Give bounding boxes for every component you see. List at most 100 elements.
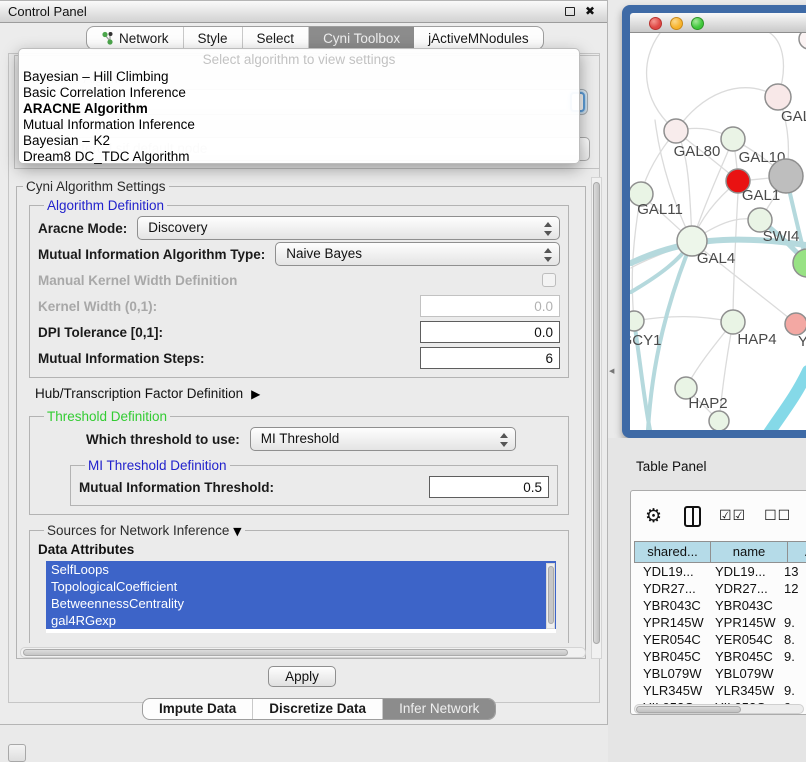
column-header-partial[interactable]: A (788, 541, 806, 563)
table-row[interactable]: YLR345WYLR345W9. (634, 682, 806, 699)
close-icon[interactable]: ✖ (585, 4, 595, 18)
table-row[interactable]: YDL19...YDL19...13 (634, 563, 806, 580)
network-node[interactable] (765, 84, 791, 110)
gear-icon[interactable]: ⚙ (645, 505, 662, 527)
columns-icon[interactable] (684, 506, 701, 527)
aracne-mode-select[interactable]: Discovery (137, 216, 560, 240)
sources-group: Sources for Network Inference ▼ Data Att… (29, 523, 569, 643)
control-panel-titlebar: Control Panel (0, 1, 607, 23)
algorithm-option[interactable]: ARACNE Algorithm (19, 101, 579, 117)
zoom-traffic-light-icon[interactable] (691, 17, 704, 30)
data-attribute-item[interactable]: BetweennessCentrality (46, 595, 556, 612)
combo-stepper-icon (544, 247, 553, 263)
select-all-icon[interactable]: ☑☑ (719, 508, 746, 524)
combo-stepper-icon (500, 432, 509, 448)
dropdown-placeholder: Select algorithm to view settings (19, 51, 579, 69)
table-row[interactable]: YER054CYER054C8. (634, 631, 806, 648)
node-label: SWI4 (763, 228, 800, 245)
apply-button[interactable]: Apply (268, 666, 336, 687)
tab-infer-network[interactable]: Infer Network (383, 699, 495, 719)
kernel-width-input[interactable] (420, 295, 560, 317)
table-cell: 8. (778, 631, 806, 648)
table-cell: YLR345W (706, 682, 778, 699)
settings-horizontal-scrollbar[interactable] (20, 647, 586, 658)
network-canvas[interactable]: GALGAL80GAL10GAL1GAL11SWI4GAL4HAP4YGCY1H… (630, 33, 806, 430)
combo-value: Discovery (148, 220, 207, 235)
data-attribute-item[interactable]: SelfLoops (46, 561, 556, 578)
hub-definition-toggle[interactable]: Hub/Transcription Factor Definition ▶ (35, 386, 585, 401)
tab-label: Cyni Toolbox (323, 31, 400, 46)
kernel-width-label: Kernel Width (0,1): (38, 299, 157, 314)
table-cell: YBR045C (706, 648, 778, 665)
algorithm-option[interactable]: Mutual Information Inference (19, 117, 579, 133)
dpi-tolerance-label: DPI Tolerance [0,1]: (38, 325, 163, 340)
data-attribute-item[interactable]: TopologicalCoefficient (46, 578, 556, 595)
algorithm-option[interactable]: Basic Correlation Inference (19, 85, 579, 101)
tab-style[interactable]: Style (184, 27, 243, 49)
tab-discretize-data[interactable]: Discretize Data (253, 699, 383, 719)
table-cell: YER054C (706, 631, 778, 648)
mi-type-label: Mutual Information Algorithm Type: (38, 247, 265, 262)
tab-cyni-toolbox[interactable]: Cyni Toolbox (309, 27, 414, 49)
bottom-left-button[interactable] (8, 744, 26, 762)
tab-label: Select (257, 31, 295, 46)
network-node[interactable] (664, 119, 688, 143)
mi-algorithm-type-select[interactable]: Naive Bayes (275, 242, 560, 266)
algorithm-option[interactable]: Dream8 DC_TDC Algorithm (19, 149, 579, 165)
table-cell: YDR27... (706, 580, 778, 597)
dpi-tolerance-input[interactable] (420, 321, 560, 343)
manual-kernel-width-checkbox[interactable] (542, 273, 556, 287)
table-panel-title: Table Panel (636, 459, 707, 474)
column-header-name[interactable]: name (711, 541, 788, 563)
sources-title[interactable]: Sources for Network Inference ▼ (44, 523, 245, 538)
split-pane-collapse-icon[interactable]: ◀ (609, 367, 614, 375)
column-header-shared-name[interactable]: shared... (634, 541, 711, 563)
algorithm-option[interactable]: Bayesian – Hill Climbing (19, 69, 579, 85)
table-row[interactable]: YPR145WYPR145W9. (634, 614, 806, 631)
tab-jactivemnodules[interactable]: jActiveMNodules (414, 27, 543, 49)
network-node[interactable] (709, 411, 729, 430)
which-threshold-select[interactable]: MI Threshold (250, 427, 516, 451)
data-attributes-label: Data Attributes (38, 542, 560, 557)
node-label: GCY1 (630, 332, 661, 349)
network-node[interactable] (785, 313, 806, 335)
deselect-all-icon[interactable]: ☐☐ (764, 508, 791, 524)
close-traffic-light-icon[interactable] (649, 17, 662, 30)
sources-title-label: Sources for Network Inference (47, 523, 229, 538)
table-horizontal-scrollbar[interactable] (634, 704, 804, 714)
settings-vertical-scrollbar[interactable] (591, 177, 602, 659)
table-row[interactable]: YBR043CYBR043C (634, 597, 806, 614)
mi-threshold-input[interactable] (429, 476, 549, 498)
table-row[interactable]: YBL079WYBL079W (634, 665, 806, 682)
algorithm-definition-group: Algorithm Definition Aracne Mode: Discov… (29, 198, 569, 378)
tab-network[interactable]: Network (87, 27, 184, 49)
node-label: GAL (781, 108, 806, 125)
network-node[interactable] (799, 33, 806, 49)
tab-label: Network (119, 31, 169, 46)
hub-definition-label: Hub/Transcription Factor Definition (35, 386, 243, 401)
minimize-traffic-light-icon[interactable] (670, 17, 683, 30)
table-panel: ⚙ ☑☑ ☐☐ shared... name A YDL19...YDL19..… (630, 490, 806, 715)
table-cell: YBR043C (634, 597, 706, 614)
tab-select[interactable]: Select (243, 27, 310, 49)
algorithm-dropdown-popup: Select algorithm to view settings Bayesi… (18, 48, 580, 164)
mi-threshold-definition-group: MI Threshold Definition Mutual Informati… (70, 458, 558, 506)
table-row[interactable]: YDR27...YDR27...12 (634, 580, 806, 597)
float-window-icon[interactable] (565, 7, 575, 16)
which-threshold-label: Which threshold to use: (86, 432, 240, 447)
mi-steps-label: Mutual Information Steps: (38, 351, 205, 366)
network-node[interactable] (721, 127, 745, 151)
table-cell: 13 (778, 563, 806, 580)
manual-kernel-width-label: Manual Kernel Width Definition (38, 273, 237, 288)
network-node[interactable] (630, 311, 644, 331)
table-row[interactable]: YBR045CYBR045C9. (634, 648, 806, 665)
algorithm-option[interactable]: Bayesian – K2 (19, 133, 579, 149)
chevron-right-icon: ▶ (251, 387, 260, 401)
table-cell (778, 665, 806, 682)
tab-impute-data[interactable]: Impute Data (143, 699, 253, 719)
node-label: GAL80 (674, 143, 721, 160)
data-attribute-item[interactable]: gal4RGexp (46, 612, 556, 629)
mi-steps-input[interactable] (420, 347, 560, 369)
list-vertical-scrollbar[interactable] (546, 563, 555, 629)
table-cell (778, 597, 806, 614)
